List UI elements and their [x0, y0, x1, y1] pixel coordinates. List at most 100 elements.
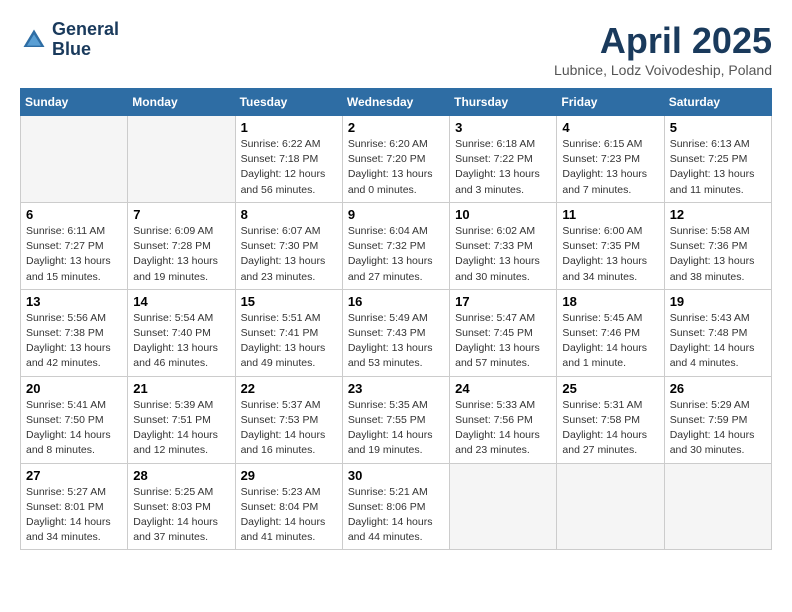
- day-number: 19: [670, 294, 766, 309]
- day-info: Sunrise: 5:39 AMSunset: 7:51 PMDaylight:…: [133, 398, 229, 459]
- day-number: 29: [241, 468, 337, 483]
- calendar-cell: 21Sunrise: 5:39 AMSunset: 7:51 PMDayligh…: [128, 376, 235, 463]
- calendar-cell: 9 Sunrise: 6:04 AMSunset: 7:32 PMDaylight…: [342, 202, 449, 289]
- day-number: 26: [670, 381, 766, 396]
- day-number: 11: [562, 207, 658, 222]
- calendar-week-row: 6 Sunrise: 6:11 AMSunset: 7:27 PMDaylight…: [21, 202, 772, 289]
- calendar-cell: 6 Sunrise: 6:11 AMSunset: 7:27 PMDaylight…: [21, 202, 128, 289]
- day-number: 9: [348, 207, 444, 222]
- calendar-cell: 27Sunrise: 5:27 AMSunset: 8:01 PMDayligh…: [21, 463, 128, 550]
- calendar-cell: 25 Sunrise: 5:31 AMSunset: 7:58 PMDayligh…: [557, 376, 664, 463]
- month-title: April 2025: [554, 20, 772, 62]
- calendar-cell: 1Sunrise: 6:22 AMSunset: 7:18 PMDaylight…: [235, 116, 342, 203]
- calendar-cell: 30 Sunrise: 5:21 AMSunset: 8:06 PMDayligh…: [342, 463, 449, 550]
- calendar-cell: 3Sunrise: 6:18 AMSunset: 7:22 PMDaylight…: [450, 116, 557, 203]
- day-number: 7: [133, 207, 229, 222]
- day-info: Sunrise: 5:21 AMSunset: 8:06 PMDaylight:…: [348, 485, 444, 546]
- calendar-cell: 12 Sunrise: 5:58 AMSunset: 7:36 PMDayligh…: [664, 202, 771, 289]
- day-number: 16: [348, 294, 444, 309]
- day-info: Sunrise: 5:41 AMSunset: 7:50 PMDaylight:…: [26, 398, 122, 459]
- day-number: 18: [562, 294, 658, 309]
- day-info: Sunrise: 5:23 AMSunset: 8:04 PMDaylight:…: [241, 485, 337, 546]
- calendar-cell: 11 Sunrise: 6:00 AMSunset: 7:35 PMDayligh…: [557, 202, 664, 289]
- calendar-cell: 23Sunrise: 5:35 AMSunset: 7:55 PMDayligh…: [342, 376, 449, 463]
- day-number: 6: [26, 207, 122, 222]
- calendar-cell: 16 Sunrise: 5:49 AMSunset: 7:43 PMDayligh…: [342, 289, 449, 376]
- day-info: Sunrise: 6:04 AMSunset: 7:32 PMDaylight:…: [348, 224, 444, 285]
- day-info: Sunrise: 6:22 AMSunset: 7:18 PMDaylight:…: [241, 137, 337, 198]
- day-info: Sunrise: 5:29 AMSunset: 7:59 PMDaylight:…: [670, 398, 766, 459]
- calendar-cell: 28 Sunrise: 5:25 AMSunset: 8:03 PMDayligh…: [128, 463, 235, 550]
- calendar-cell: 2 Sunrise: 6:20 AMSunset: 7:20 PMDaylight…: [342, 116, 449, 203]
- day-info: Sunrise: 5:25 AMSunset: 8:03 PMDaylight:…: [133, 485, 229, 546]
- calendar-cell: 15Sunrise: 5:51 AMSunset: 7:41 PMDayligh…: [235, 289, 342, 376]
- calendar-week-row: 1Sunrise: 6:22 AMSunset: 7:18 PMDaylight…: [21, 116, 772, 203]
- calendar-cell: 20 Sunrise: 5:41 AMSunset: 7:50 PMDayligh…: [21, 376, 128, 463]
- day-number: 12: [670, 207, 766, 222]
- logo-line1: General: [52, 20, 119, 40]
- weekday-header-row: SundayMondayTuesdayWednesdayThursdayFrid…: [21, 89, 772, 116]
- calendar-cell: 5 Sunrise: 6:13 AMSunset: 7:25 PMDaylight…: [664, 116, 771, 203]
- day-info: Sunrise: 5:45 AMSunset: 7:46 PMDaylight:…: [562, 311, 658, 372]
- day-number: 4: [562, 120, 658, 135]
- day-number: 25: [562, 381, 658, 396]
- calendar-cell: [21, 116, 128, 203]
- calendar-table: SundayMondayTuesdayWednesdayThursdayFrid…: [20, 88, 772, 550]
- logo-line2: Blue: [52, 40, 119, 60]
- calendar-cell: [450, 463, 557, 550]
- logo-icon: [20, 26, 48, 54]
- day-info: Sunrise: 6:11 AMSunset: 7:27 PMDaylight:…: [26, 224, 122, 285]
- day-number: 15: [241, 294, 337, 309]
- day-number: 24: [455, 381, 551, 396]
- calendar-cell: 19 Sunrise: 5:43 AMSunset: 7:48 PMDayligh…: [664, 289, 771, 376]
- day-info: Sunrise: 5:37 AMSunset: 7:53 PMDaylight:…: [241, 398, 337, 459]
- weekday-header: Wednesday: [342, 89, 449, 116]
- day-info: Sunrise: 6:18 AMSunset: 7:22 PMDaylight:…: [455, 137, 551, 198]
- calendar-week-row: 20 Sunrise: 5:41 AMSunset: 7:50 PMDayligh…: [21, 376, 772, 463]
- day-info: Sunrise: 6:09 AMSunset: 7:28 PMDaylight:…: [133, 224, 229, 285]
- calendar-cell: [664, 463, 771, 550]
- day-info: Sunrise: 5:31 AMSunset: 7:58 PMDaylight:…: [562, 398, 658, 459]
- weekday-header: Saturday: [664, 89, 771, 116]
- day-info: Sunrise: 5:43 AMSunset: 7:48 PMDaylight:…: [670, 311, 766, 372]
- weekday-header: Monday: [128, 89, 235, 116]
- calendar-cell: 24 Sunrise: 5:33 AMSunset: 7:56 PMDayligh…: [450, 376, 557, 463]
- day-number: 8: [241, 207, 337, 222]
- day-number: 28: [133, 468, 229, 483]
- calendar-cell: [557, 463, 664, 550]
- calendar-cell: [128, 116, 235, 203]
- weekday-header: Thursday: [450, 89, 557, 116]
- day-info: Sunrise: 5:33 AMSunset: 7:56 PMDaylight:…: [455, 398, 551, 459]
- page-header: General Blue April 2025 Lubnice, Lodz Vo…: [20, 20, 772, 78]
- calendar-cell: 4 Sunrise: 6:15 AMSunset: 7:23 PMDaylight…: [557, 116, 664, 203]
- calendar-cell: 17Sunrise: 5:47 AMSunset: 7:45 PMDayligh…: [450, 289, 557, 376]
- title-section: April 2025 Lubnice, Lodz Voivodeship, Po…: [554, 20, 772, 78]
- day-info: Sunrise: 5:35 AMSunset: 7:55 PMDaylight:…: [348, 398, 444, 459]
- calendar-cell: 29 Sunrise: 5:23 AMSunset: 8:04 PMDayligh…: [235, 463, 342, 550]
- day-info: Sunrise: 6:00 AMSunset: 7:35 PMDaylight:…: [562, 224, 658, 285]
- weekday-header: Friday: [557, 89, 664, 116]
- day-number: 10: [455, 207, 551, 222]
- day-info: Sunrise: 5:54 AMSunset: 7:40 PMDaylight:…: [133, 311, 229, 372]
- day-number: 30: [348, 468, 444, 483]
- day-number: 5: [670, 120, 766, 135]
- calendar-cell: 13Sunrise: 5:56 AMSunset: 7:38 PMDayligh…: [21, 289, 128, 376]
- day-info: Sunrise: 6:13 AMSunset: 7:25 PMDaylight:…: [670, 137, 766, 198]
- calendar-cell: 8Sunrise: 6:07 AMSunset: 7:30 PMDaylight…: [235, 202, 342, 289]
- day-info: Sunrise: 6:02 AMSunset: 7:33 PMDaylight:…: [455, 224, 551, 285]
- day-number: 13: [26, 294, 122, 309]
- day-number: 27: [26, 468, 122, 483]
- day-info: Sunrise: 6:15 AMSunset: 7:23 PMDaylight:…: [562, 137, 658, 198]
- day-number: 20: [26, 381, 122, 396]
- calendar-cell: 10 Sunrise: 6:02 AMSunset: 7:33 PMDayligh…: [450, 202, 557, 289]
- logo: General Blue: [20, 20, 119, 60]
- day-number: 14: [133, 294, 229, 309]
- day-info: Sunrise: 5:49 AMSunset: 7:43 PMDaylight:…: [348, 311, 444, 372]
- calendar-week-row: 13Sunrise: 5:56 AMSunset: 7:38 PMDayligh…: [21, 289, 772, 376]
- day-number: 2: [348, 120, 444, 135]
- day-info: Sunrise: 5:58 AMSunset: 7:36 PMDaylight:…: [670, 224, 766, 285]
- weekday-header: Sunday: [21, 89, 128, 116]
- calendar-cell: 18 Sunrise: 5:45 AMSunset: 7:46 PMDayligh…: [557, 289, 664, 376]
- day-info: Sunrise: 6:20 AMSunset: 7:20 PMDaylight:…: [348, 137, 444, 198]
- day-number: 22: [241, 381, 337, 396]
